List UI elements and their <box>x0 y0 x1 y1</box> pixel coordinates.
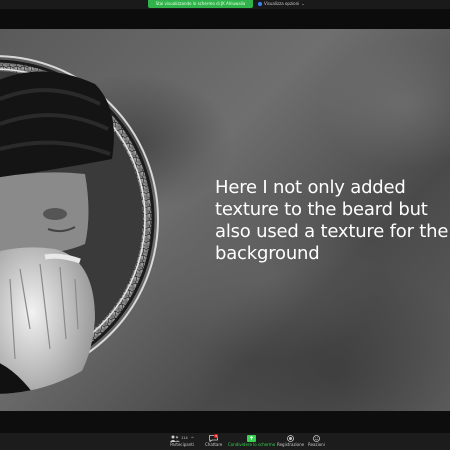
record-icon <box>287 434 294 442</box>
chevron-up-icon[interactable]: ^ <box>191 436 194 441</box>
participants-icon <box>170 435 180 442</box>
reactions-icon <box>313 434 320 442</box>
record-button[interactable]: Registrazione <box>277 434 304 447</box>
reactions-button[interactable]: Reazioni <box>308 434 325 447</box>
view-options-label: Visualizza opzioni <box>264 1 300 6</box>
chat-button[interactable]: 5 Chattare <box>205 434 222 447</box>
chat-label: Chattare <box>205 442 223 447</box>
reactions-label: Reazioni <box>308 442 325 447</box>
bottom-black-strip <box>0 411 450 433</box>
chevron-down-icon: ⌄ <box>301 1 305 6</box>
meeting-toolbar: 114 ^ Partecipanti 5 Chattare Condivider… <box>0 433 450 450</box>
view-options-button[interactable]: Visualizza opzioni ⌄ <box>258 0 305 8</box>
slide-caption: Here I not only added texture to the bea… <box>215 177 449 264</box>
meeting-top-bar: Stai visualizzando lo schermo di JK Ahlu… <box>0 0 450 9</box>
share-screen-label: Condividere lo schermo <box>228 442 276 447</box>
record-label: Registrazione <box>277 442 305 447</box>
top-black-strip <box>0 9 450 29</box>
participant-count: 114 <box>181 435 188 440</box>
share-screen-button[interactable]: Condividere lo schermo <box>228 434 275 447</box>
participants-button[interactable]: 114 ^ Partecipanti <box>170 434 194 447</box>
participants-label: Partecipanti <box>170 442 194 447</box>
screen-share-notice[interactable]: Stai visualizzando lo schermo di JK Ahlu… <box>148 0 253 8</box>
view-options-icon <box>258 2 262 6</box>
shared-screen-slide: Here I not only added texture to the bea… <box>0 29 450 411</box>
share-screen-icon <box>247 434 257 442</box>
